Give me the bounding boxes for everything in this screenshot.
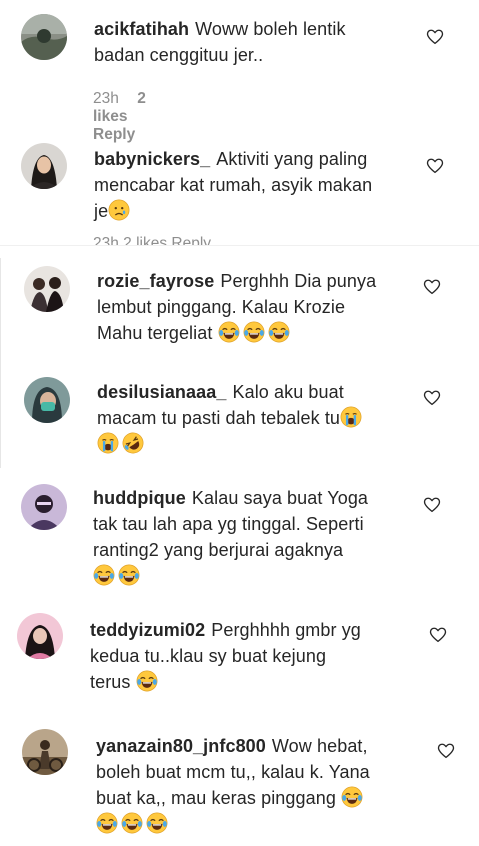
comment-line: Kalo aku buat: [232, 382, 344, 402]
comment-line: badan cenggituu jer..: [94, 45, 264, 65]
sad-face-emoji: [108, 199, 130, 221]
username-link[interactable]: rozie_fayrose: [97, 271, 214, 291]
crying-face-emoji: [97, 432, 119, 454]
comment-line: Mahu tergeliat: [97, 323, 213, 343]
avatar[interactable]: [17, 613, 63, 659]
username-link[interactable]: yanazain80_jnfc800: [96, 736, 266, 756]
like-heart-icon[interactable]: [426, 157, 444, 175]
tears-of-joy-emoji: [118, 564, 140, 586]
comment-text: teddyizumi02 Perghhhh gmbr yg kedua tu..k…: [90, 617, 410, 695]
username-link[interactable]: huddpique: [93, 488, 186, 508]
rolling-laughing-emoji: [122, 432, 144, 454]
tears-of-joy-emoji: [243, 321, 265, 343]
username-link[interactable]: acikfatihah: [94, 19, 189, 39]
like-heart-icon[interactable]: [437, 742, 455, 760]
comment-line: je: [94, 201, 109, 221]
avatar[interactable]: [21, 14, 67, 60]
avatar[interactable]: [22, 729, 68, 775]
screenshot-seam: [0, 245, 479, 258]
comment-line: Kalau saya buat Yoga: [191, 488, 369, 508]
avatar[interactable]: [21, 484, 67, 530]
comment-line: ranting2 yang berjurai agaknya: [93, 540, 344, 560]
comment-line: Wow hebat,: [271, 736, 368, 756]
comment-text: yanazain80_jnfc800 Wow hebat, boleh buat …: [96, 733, 436, 837]
avatar[interactable]: [24, 266, 70, 312]
comment-line: buat ka,, mau keras pinggang: [96, 788, 336, 808]
comment-line: Aktiviti yang paling: [216, 149, 368, 169]
comment-text: huddpique Kalau saya buat Yoga tak tau la…: [93, 485, 413, 589]
comment-line: kedua tu..klau sy buat kejung: [90, 646, 327, 666]
tears-of-joy-emoji: [218, 321, 240, 343]
avatar[interactable]: [24, 377, 70, 423]
like-heart-icon[interactable]: [426, 28, 444, 46]
comment-line: Woww boleh lentik: [195, 19, 346, 39]
comment-line: Perghhhh gmbr yg: [211, 620, 361, 640]
tears-of-joy-emoji: [93, 564, 115, 586]
tears-of-joy-emoji: [146, 812, 168, 834]
username-link[interactable]: teddyizumi02: [90, 620, 205, 640]
crying-face-emoji: [340, 406, 362, 428]
reply-button[interactable]: Reply: [93, 126, 135, 143]
like-heart-icon[interactable]: [423, 389, 441, 407]
comment-line: Perghhh Dia punya: [220, 271, 377, 291]
comment-text: acikfatihah Woww boleh lentik badan cengg…: [94, 16, 414, 68]
comment-text: rozie_fayrose Perghhh Dia punya lembut pi…: [97, 268, 417, 346]
edge-line: [0, 258, 1, 468]
tears-of-joy-emoji: [268, 321, 290, 343]
comment-line: boleh buat mcm tu,, kalau k. Yana: [96, 762, 370, 782]
username-link[interactable]: desilusianaaa_: [97, 382, 226, 402]
comment-line: terus: [90, 672, 131, 692]
comment-line: mencabar kat rumah, asyik makan: [94, 175, 373, 195]
comment-text: babynickers_ Aktiviti yang paling mencaba…: [94, 146, 414, 224]
like-heart-icon[interactable]: [423, 278, 441, 296]
comment-line: lembut pinggang. Kalau Krozie: [97, 297, 346, 317]
timestamp[interactable]: 23h: [93, 90, 119, 107]
avatar[interactable]: [21, 143, 67, 189]
comment-meta: 23h 2 likes Reply: [93, 90, 149, 144]
comment-line: macam tu pasti dah tebalek tu: [97, 408, 341, 428]
comment-meta-cropped: 23h 2 likes Reply: [93, 236, 212, 245]
comment-line: tak tau lah apa yg tinggal. Seperti: [93, 514, 364, 534]
like-heart-icon[interactable]: [423, 496, 441, 514]
tears-of-joy-emoji: [341, 786, 363, 808]
tears-of-joy-emoji: [121, 812, 143, 834]
tears-of-joy-emoji: [96, 812, 118, 834]
username-link[interactable]: babynickers_: [94, 149, 210, 169]
comment-text: desilusianaaa_ Kalo aku buat macam tu pas…: [97, 379, 417, 457]
like-heart-icon[interactable]: [429, 626, 447, 644]
tears-of-joy-emoji: [136, 670, 158, 692]
